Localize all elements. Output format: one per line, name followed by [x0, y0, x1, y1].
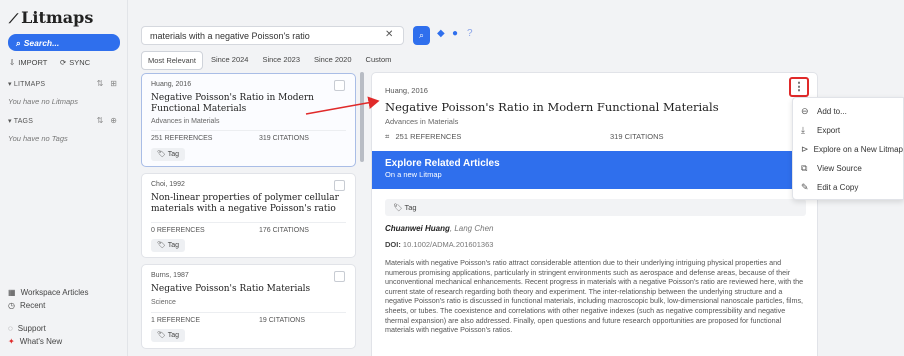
add-litmap-icon[interactable]: ⊞: [110, 79, 117, 88]
filter-custom[interactable]: Custom: [360, 51, 398, 70]
result-citations: 176 CITATIONS: [259, 227, 309, 234]
result-citations: 19 CITATIONS: [259, 317, 306, 324]
menu-item-view-source[interactable]: ⧉ View Source: [793, 159, 903, 178]
result-card[interactable]: Burns, 1987 Negative Poisson's Ratio Mat…: [141, 264, 356, 349]
tags-empty-note: You have no Tags: [8, 134, 68, 143]
date-filter-chips: Most Relevant Since 2024 Since 2023 Sinc…: [141, 51, 397, 70]
filter-since-2024[interactable]: Since 2024: [205, 51, 255, 70]
result-stats: 1 REFERENCE 19 CITATIONS: [151, 312, 346, 324]
filter-most-relevant[interactable]: Most Relevant: [141, 51, 203, 70]
detail-stats: ⌗ 251 REFERENCES 319 CITATIONS: [385, 132, 664, 142]
result-tag-button[interactable]: 🏷 Tag: [151, 329, 186, 342]
menu-item-add-to[interactable]: ⊖ Add to...: [793, 102, 903, 121]
import-button[interactable]: ⇩ IMPORT: [9, 58, 47, 67]
explore-related-button[interactable]: Explore Related Articles On a new Litmap…: [372, 151, 817, 189]
litmaps-logo-icon: ⟋: [9, 12, 19, 27]
recent-link[interactable]: ◷ Recent: [8, 301, 45, 310]
detail-abstract: Materials with negative Poisson's ratio …: [385, 258, 804, 335]
detail-title[interactable]: Negative Poisson's Ratio in Modern Funct…: [385, 100, 719, 114]
sidebar-search-button[interactable]: ⌕ Search...: [8, 34, 120, 51]
detail-authors: Chuanwei Huang, Lang Chen: [385, 224, 494, 233]
result-author-year: Burns, 1987: [151, 272, 189, 279]
result-checkbox[interactable]: [334, 80, 345, 91]
sync-button[interactable]: ⟳ SYNC: [60, 58, 90, 67]
external-link-icon: ⧉: [801, 163, 808, 173]
clock-icon: ◷: [8, 301, 15, 310]
help-icon[interactable]: ?: [467, 28, 473, 39]
add-tag-icon[interactable]: ⊕: [110, 116, 117, 125]
more-options-menu: ⊖ Add to... ⤓ Export ⊳ Explore on a New Lit…: [792, 97, 904, 200]
menu-item-export[interactable]: ⤓ Export: [793, 121, 903, 140]
result-tag-button[interactable]: 🏷 Tag: [151, 239, 186, 252]
sort-icon[interactable]: ⇅: [97, 116, 104, 125]
result-author-year: Huang, 2016: [151, 81, 192, 88]
search-submit-button[interactable]: ⌕: [413, 26, 430, 45]
detail-venue: Advances in Materials: [385, 117, 459, 126]
result-tag-button[interactable]: 🏷 Tag: [151, 148, 186, 161]
litmaps-tools: ⇅ ⊞: [97, 79, 117, 88]
detail-citations: 319 CITATIONS: [610, 132, 664, 141]
detail-references: 251 REFERENCES: [395, 132, 462, 141]
whats-new-link[interactable]: ✦ What's New: [8, 337, 62, 346]
result-stats: 251 REFERENCES 319 CITATIONS: [151, 130, 346, 142]
workspace-icon: ▦: [8, 288, 16, 297]
add-circle-icon: ⊖: [801, 106, 809, 116]
sidebar: ⟋ Litmaps ⌕ Search... ⇩ IMPORT ⟳ SYNC ▾ LITM…: [0, 0, 128, 356]
support-link[interactable]: ◌ Support: [8, 324, 46, 333]
clear-search-icon[interactable]: ✕: [385, 29, 393, 40]
result-venue: Science: [151, 299, 176, 306]
menu-item-edit-copy[interactable]: ✎ Edit a Copy: [793, 178, 903, 197]
explore-subtitle: On a new Litmap: [385, 170, 442, 179]
explore-title: Explore Related Articles: [385, 158, 500, 169]
tags-section-header[interactable]: ▾ TAGS: [8, 117, 33, 125]
explore-icon: ⊳: [801, 144, 809, 154]
workspace-articles-link[interactable]: ▦ Workspace Articles: [8, 288, 88, 297]
result-title[interactable]: Negative Poisson's Ratio in Modern Funct…: [151, 93, 341, 115]
detail-author-year: Huang, 2016: [385, 86, 428, 95]
result-title[interactable]: Negative Poisson's Ratio Materials: [151, 284, 341, 295]
detail-doi: DOI: 10.1002/ADMA.201601363: [385, 240, 494, 249]
sparkle-icon: ✦: [8, 337, 15, 346]
search-icon: ⌕: [418, 30, 425, 40]
filter-since-2020[interactable]: Since 2020: [308, 51, 358, 70]
search-icon: ⌕: [16, 38, 21, 48]
import-icon: ⇩: [9, 58, 16, 67]
more-options-button[interactable]: ⋮: [789, 77, 809, 97]
result-venue: Advances in Materials: [151, 118, 220, 125]
filter-since-2023[interactable]: Since 2023: [256, 51, 306, 70]
result-checkbox[interactable]: [334, 271, 345, 282]
result-references: 0 REFERENCES: [151, 227, 205, 234]
result-stats: 0 REFERENCES 176 CITATIONS: [151, 222, 346, 234]
sync-icon: ⟳: [60, 58, 67, 67]
result-title[interactable]: Non-linear properties of polymer cellula…: [151, 193, 341, 215]
detail-tag-button[interactable]: 🏷 Tag: [385, 199, 806, 216]
result-card[interactable]: Huang, 2016 Negative Poisson's Ratio in …: [141, 73, 356, 167]
result-citations: 319 CITATIONS: [259, 135, 309, 142]
references-icon: ⌗: [385, 132, 390, 141]
app-logo[interactable]: ⟋ Litmaps: [9, 8, 93, 27]
download-icon: ⤓: [801, 125, 805, 135]
result-card[interactable]: Choi, 1992 Non-linear properties of poly…: [141, 173, 356, 258]
search-input[interactable]: materials with a negative Poisson's rati…: [141, 26, 404, 45]
support-icon: ◌: [8, 324, 13, 333]
sort-icon[interactable]: ⇅: [97, 79, 104, 88]
result-references: 1 REFERENCE: [151, 317, 201, 324]
result-checkbox[interactable]: [334, 180, 345, 191]
filter-icon[interactable]: ◆: [437, 28, 445, 39]
results-scrollbar[interactable]: [360, 72, 364, 162]
result-references: 251 REFERENCES: [151, 135, 213, 142]
result-author-year: Choi, 1992: [151, 181, 185, 188]
kebab-icon: ⋮: [793, 81, 805, 93]
info-icon[interactable]: ●: [452, 28, 458, 39]
article-detail-panel: Huang, 2016 Negative Poisson's Ratio in …: [371, 72, 818, 356]
edit-icon: ✎: [801, 182, 809, 192]
tags-tools: ⇅ ⊕: [97, 116, 117, 125]
menu-item-explore-new-litmap[interactable]: ⊳ Explore on a New Litmap: [793, 140, 903, 159]
litmaps-section-header[interactable]: ▾ LITMAPS: [8, 80, 45, 88]
litmaps-empty-note: You have no Litmaps: [8, 97, 79, 106]
